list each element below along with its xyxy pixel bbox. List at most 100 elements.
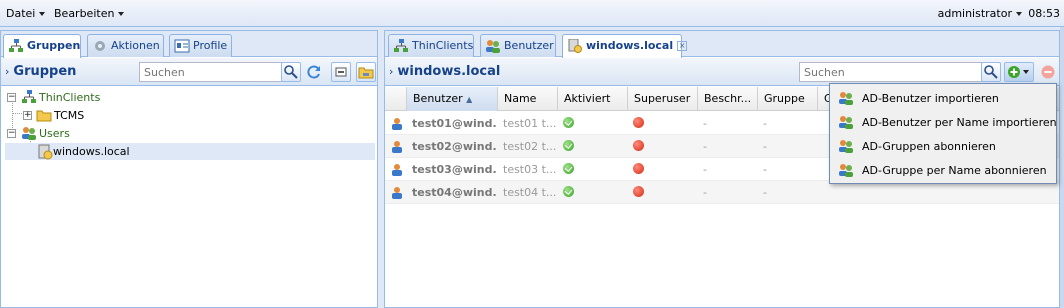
- add-icon: [1008, 66, 1029, 78]
- menu-item-label: AD-Benutzer per Name importieren: [862, 116, 1057, 129]
- folder-button[interactable]: [356, 62, 376, 82]
- tab-windows-local[interactable]: windows.local ×: [562, 34, 688, 58]
- chevron-down-icon: [39, 12, 46, 16]
- cell-enabled: [557, 181, 627, 204]
- tab-thinclients-label: ThinClients: [412, 39, 474, 52]
- menu-item-label: AD-Gruppe per Name abonnieren: [862, 164, 1047, 177]
- menu-item-label: AD-Benutzer importieren: [862, 92, 999, 105]
- cell-description: -: [703, 140, 707, 153]
- cell-user: test02@wind...: [412, 140, 497, 153]
- check-icon: [563, 186, 574, 197]
- groups-panel: Gruppen Aktionen Profile ›Gruppen −: [0, 30, 378, 308]
- cell-name: test01 t...: [503, 117, 557, 130]
- menu-item-label: AD-Gruppen abonnieren: [862, 140, 996, 153]
- groups-search-input[interactable]: [139, 62, 283, 82]
- edit-menu-label: Bearbeiten: [54, 7, 115, 20]
- red-dot-icon: [633, 117, 644, 128]
- groups-title: › Gruppen: [5, 64, 76, 79]
- gear-icon: [95, 41, 105, 51]
- left-tabstrip: Gruppen Aktionen Profile: [1, 31, 377, 58]
- chevron-down-icon: [118, 12, 125, 16]
- folder-icon: [358, 67, 374, 79]
- check-icon: [563, 163, 574, 174]
- users-title: › windows.local: [389, 64, 500, 79]
- menu-item-import-ad-user-by-name[interactable]: AD-Benutzer per Name importieren: [832, 110, 1057, 134]
- search-icon: [984, 65, 998, 79]
- cell-name: test02 t...: [503, 140, 557, 153]
- menubar: Datei Bearbeiten administrator 08:53: [0, 0, 1064, 27]
- tab-users-label: Benutzer: [504, 39, 554, 52]
- users-search-input[interactable]: [799, 62, 983, 82]
- remove-icon: [1041, 65, 1055, 79]
- tab-users[interactable]: Benutzer: [480, 34, 556, 57]
- expand-toggle-icon[interactable]: +: [23, 111, 32, 120]
- tab-profiles-label: Profile: [193, 39, 228, 52]
- cell-user: test01@wind...: [412, 117, 497, 130]
- cell-superuser: [627, 181, 697, 204]
- tab-thinclients[interactable]: ThinClients: [388, 34, 474, 57]
- tab-groups[interactable]: Gruppen: [3, 34, 81, 58]
- menu-item-subscribe-ad-groups[interactable]: AD-Gruppen abonnieren: [832, 134, 1054, 158]
- user-menu[interactable]: administrator: [938, 7, 1022, 20]
- add-menu-button[interactable]: [1004, 62, 1034, 82]
- user-menu-label: administrator: [937, 7, 1012, 20]
- refresh-button[interactable]: [305, 63, 323, 81]
- clock: 08:53: [1028, 7, 1060, 20]
- groups-search-button[interactable]: [281, 62, 301, 82]
- menu-item-import-ad-users[interactable]: AD-Benutzer importieren: [832, 86, 1054, 110]
- close-icon[interactable]: ×: [677, 41, 688, 51]
- users-search-button[interactable]: [981, 62, 1001, 82]
- column-header-name[interactable]: Name: [497, 87, 557, 111]
- column-header-description[interactable]: Beschr...: [697, 87, 757, 111]
- ad-groups-icon: [839, 164, 853, 177]
- collapse-toggle-icon[interactable]: −: [7, 129, 16, 138]
- user-icon: [392, 118, 402, 130]
- collapse-toggle-icon[interactable]: −: [7, 93, 16, 102]
- tree-node-label: ThinClients: [39, 91, 101, 104]
- tree-node-label: windows.local: [53, 145, 130, 158]
- red-dot-icon: [633, 186, 644, 197]
- directory-server-icon: [38, 144, 53, 160]
- cell-name: test03 t...: [503, 163, 557, 176]
- column-header-user[interactable]: Benutzer ▲: [406, 87, 497, 111]
- check-icon: [563, 117, 574, 128]
- collapse-icon: [335, 67, 347, 77]
- user-icon: [392, 141, 402, 153]
- menu-item-subscribe-ad-group-by-name[interactable]: AD-Gruppe per Name abonnieren: [832, 158, 1054, 182]
- chevron-right-icon: ›: [5, 65, 10, 78]
- file-menu-label: Datei: [6, 7, 36, 20]
- cell-group: -: [763, 117, 767, 130]
- table-row[interactable]: test04@wind... test04 t... - -: [385, 181, 1059, 204]
- tree-node-label: TCMS: [54, 109, 85, 122]
- sort-asc-icon: ▲: [466, 95, 473, 104]
- edit-menu[interactable]: Bearbeiten: [54, 7, 125, 20]
- column-label: Benutzer: [413, 92, 463, 105]
- file-menu[interactable]: Datei: [6, 7, 46, 20]
- cell-superuser: [627, 135, 697, 158]
- tab-profiles[interactable]: Profile: [169, 34, 232, 57]
- tree-network-icon: [394, 39, 408, 52]
- remove-button[interactable]: [1040, 64, 1056, 80]
- groups-header: › Gruppen: [1, 58, 377, 86]
- groups-title-label: Gruppen: [13, 64, 77, 79]
- collapse-button[interactable]: [331, 62, 351, 82]
- tab-actions-label: Aktionen: [111, 39, 160, 52]
- users-icon: [22, 127, 36, 140]
- cell-group: -: [763, 140, 767, 153]
- column-header-enabled[interactable]: Aktiviert: [557, 87, 627, 111]
- users-header: › windows.local: [385, 58, 1059, 86]
- cell-user: test04@wind...: [412, 186, 497, 199]
- column-header-superuser[interactable]: Superuser: [627, 87, 697, 111]
- tree-node-windows-local[interactable]: windows.local: [5, 143, 375, 160]
- tab-windows-local-label: windows.local: [586, 39, 674, 52]
- cell-description: -: [703, 163, 707, 176]
- cell-enabled: [557, 135, 627, 158]
- cell-enabled: [557, 112, 627, 135]
- red-dot-icon: [633, 140, 644, 151]
- column-header-group[interactable]: Gruppe: [757, 87, 817, 111]
- cell-description: -: [703, 117, 707, 130]
- tree-node-label: Users: [39, 127, 70, 140]
- folder-icon: [36, 110, 52, 122]
- cell-name: test04 t...: [503, 186, 557, 199]
- tab-actions[interactable]: Aktionen: [87, 34, 164, 57]
